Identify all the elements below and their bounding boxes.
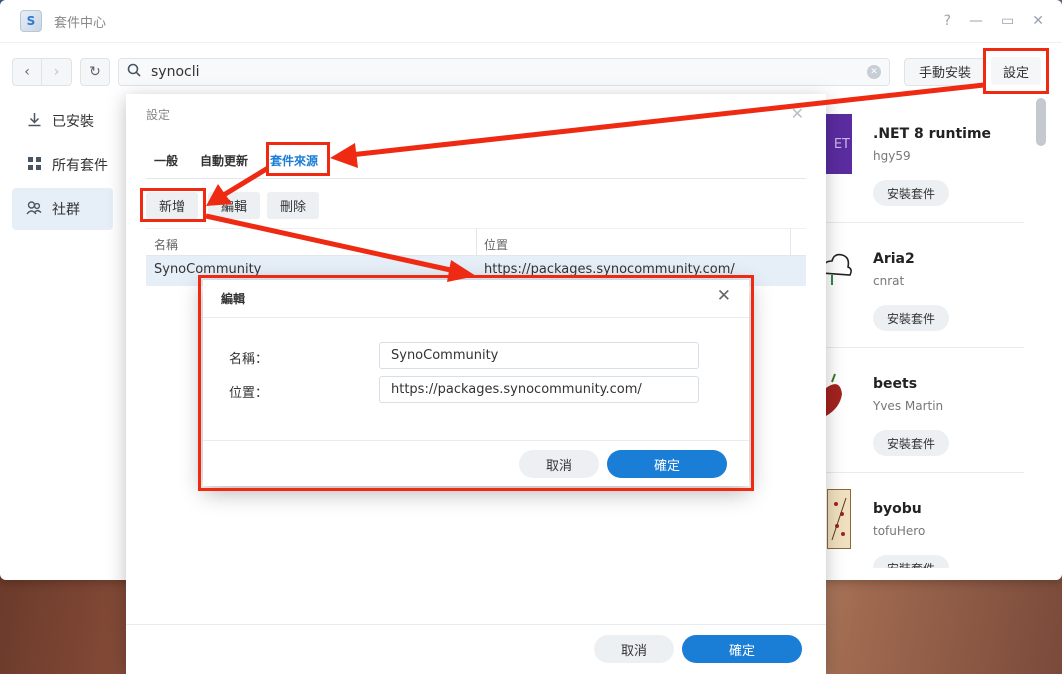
- chevron-right-icon: ›: [53, 63, 60, 80]
- add-button-highlight-box: [140, 188, 206, 222]
- chevron-left-icon: ‹: [24, 63, 30, 80]
- package-name: byobu: [873, 501, 922, 517]
- footer-divider: [126, 624, 826, 625]
- title-bar: S 套件中心 ? — ▭ ✕: [0, 0, 1062, 42]
- package-name: beets: [873, 376, 918, 392]
- cloud-package-icon: [826, 239, 852, 299]
- settings-dialog-title: 設定: [146, 108, 171, 122]
- package-name: Aria2: [873, 251, 915, 267]
- settings-highlight-box: 設定: [983, 48, 1049, 94]
- package-author: tofuHero: [873, 524, 926, 538]
- install-package-button[interactable]: 安裝套件: [873, 305, 950, 331]
- sidebar-item-community[interactable]: 社群: [12, 188, 113, 230]
- tab-divider: [146, 178, 806, 179]
- sidebar-item-label: 已安裝: [52, 114, 94, 130]
- sources-table-header: 名稱 位置: [146, 228, 806, 256]
- package-card[interactable]: beets Yves Martin 安裝套件: [826, 348, 1024, 473]
- scrollbar-thumb[interactable]: [1036, 98, 1046, 146]
- window-controls: ? — ▭ ✕: [944, 13, 1050, 29]
- package-card[interactable]: Aria2 cnrat 安裝套件: [826, 223, 1024, 348]
- package-author: cnrat: [873, 274, 905, 288]
- toolbar: ‹ › ↻ synocli ✕ 手動安裝: [0, 42, 1062, 100]
- back-button[interactable]: ‹: [12, 57, 42, 86]
- package-card[interactable]: ET .NET 8 runtime hgy59 安裝套件: [826, 98, 1024, 223]
- tab-general[interactable]: 一般: [154, 152, 178, 169]
- tab-auto-update[interactable]: 自動更新: [200, 152, 248, 169]
- column-header-location[interactable]: 位置: [484, 236, 508, 253]
- clear-search-icon[interactable]: ✕: [867, 64, 881, 79]
- tab-highlight-box: [266, 142, 330, 176]
- ok-button[interactable]: 確定: [682, 635, 802, 663]
- column-divider: [476, 229, 477, 256]
- forward-button[interactable]: ›: [42, 57, 72, 86]
- package-list: ET .NET 8 runtime hgy59 安裝套件 Aria2 cnrat…: [826, 98, 1024, 568]
- search-input[interactable]: synocli ✕: [118, 57, 890, 86]
- sidebar-item-all-packages[interactable]: 所有套件: [12, 144, 113, 186]
- community-icon: [24, 200, 44, 219]
- install-package-button[interactable]: 安裝套件: [873, 555, 950, 568]
- delete-source-button[interactable]: 刪除: [267, 192, 320, 219]
- install-package-button[interactable]: 安裝套件: [873, 430, 950, 456]
- refresh-button[interactable]: ↻: [80, 57, 110, 86]
- package-icon-text: ET: [833, 136, 850, 152]
- beet-package-icon: [826, 364, 852, 424]
- window-title: 套件中心: [54, 15, 107, 31]
- package-card[interactable]: byobu tofuHero 安裝套件: [826, 473, 1024, 568]
- column-divider: [790, 229, 791, 256]
- minimize-icon[interactable]: —: [969, 13, 983, 29]
- search-icon: [127, 63, 141, 81]
- package-author: hgy59: [873, 149, 911, 163]
- sidebar-item-label: 所有套件: [52, 158, 108, 174]
- grid-icon: [24, 156, 44, 175]
- sidebar-item-label: 社群: [52, 202, 80, 218]
- sidebar-item-installed[interactable]: 已安裝: [12, 100, 113, 142]
- install-package-button[interactable]: 安裝套件: [873, 180, 950, 206]
- close-icon[interactable]: ✕: [1032, 13, 1044, 29]
- dotnet-package-icon: ET: [826, 114, 852, 174]
- edit-source-button[interactable]: 編輯: [208, 192, 261, 219]
- edit-dialog-highlight-box: [198, 275, 754, 491]
- package-author: Yves Martin: [873, 399, 944, 413]
- search-value: synocli: [151, 63, 200, 80]
- download-icon: [24, 112, 44, 131]
- settings-button[interactable]: 設定: [990, 57, 1041, 85]
- package-name: .NET 8 runtime: [873, 126, 992, 142]
- manual-install-button[interactable]: 手動安裝: [904, 57, 987, 86]
- cancel-button[interactable]: 取消: [594, 635, 674, 663]
- column-header-name[interactable]: 名稱: [154, 236, 178, 253]
- byobu-package-icon: [827, 489, 851, 549]
- sidebar: 已安裝 所有套件 社群: [0, 100, 125, 232]
- maximize-icon[interactable]: ▭: [1001, 13, 1014, 29]
- help-icon[interactable]: ?: [944, 13, 951, 29]
- refresh-icon: ↻: [89, 63, 101, 80]
- close-icon[interactable]: ✕: [791, 104, 804, 123]
- package-center-app-icon: S: [20, 10, 42, 32]
